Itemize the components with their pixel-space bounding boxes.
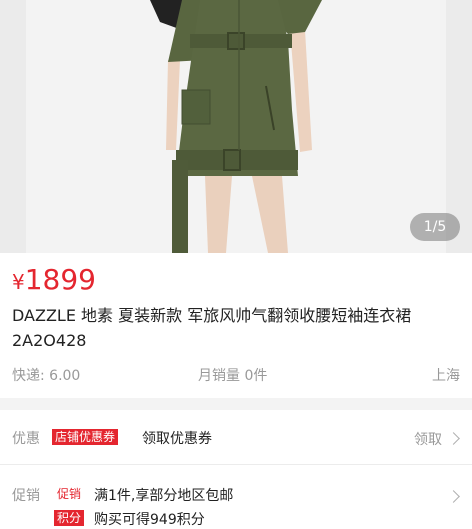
currency-symbol: ¥: [12, 270, 25, 294]
claim-coupon-button[interactable]: 领取: [414, 429, 442, 449]
coupon-row[interactable]: 优惠 店铺优惠券 领取优惠券 领取: [0, 410, 472, 465]
promotion-row[interactable]: 促销 促销 满1件,享部分地区包邮 积分 购买可得949积分: [0, 466, 472, 529]
product-title: DAZZLE 地素 夏装新款 军旅风帅气翻领收腰短袖连衣裙 2A2O428: [12, 306, 412, 350]
image-counter-badge: 1/5: [410, 213, 460, 241]
chevron-right-icon: [447, 490, 460, 503]
monthly-sales: 月销量 0件: [198, 368, 268, 384]
coupon-text: 领取优惠券: [142, 431, 212, 447]
product-info-section: ¥1899 DAZZLE 地素 夏装新款 军旅风帅气翻领收腰短袖连衣裙 2A2O…: [0, 253, 472, 398]
product-price: ¥1899: [12, 263, 96, 299]
points-text: 购买可得949积分: [94, 512, 205, 528]
product-image: [150, 0, 322, 253]
shipping-fee: 快递: 6.00: [12, 368, 81, 384]
promo-text: 满1件,享部分地区包邮: [94, 488, 234, 504]
store-coupon-tag: 店铺优惠券: [52, 429, 119, 445]
product-image-gallery[interactable]: 1/5: [0, 0, 472, 253]
price-value: 1899: [24, 263, 96, 296]
promo-tag: 促销: [57, 487, 82, 501]
product-meta-row: 快递: 6.00 月销量 0件 上海: [12, 365, 460, 385]
coupon-label: 优惠: [12, 431, 40, 447]
chevron-right-icon: [447, 432, 460, 445]
section-divider: [0, 398, 472, 410]
ship-from-location: 上海: [432, 368, 460, 384]
promotion-label: 促销: [12, 488, 40, 504]
points-tag: 积分: [54, 510, 85, 526]
